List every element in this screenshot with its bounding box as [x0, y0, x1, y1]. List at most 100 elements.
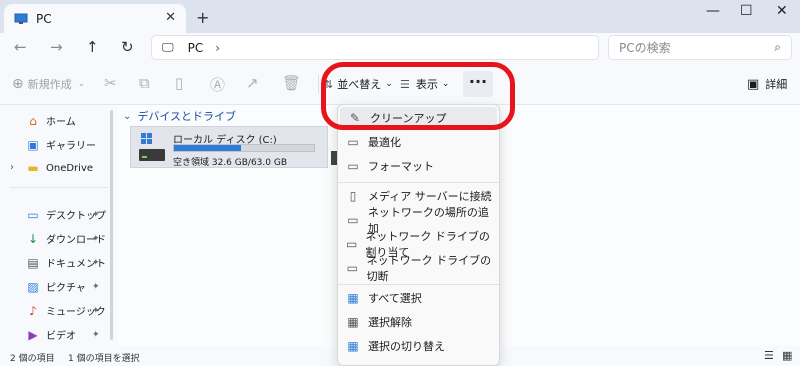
details-view-icon[interactable]: ☰ — [764, 349, 774, 362]
pin-icon: ✦ — [92, 281, 100, 292]
breadcrumb-pc[interactable]: PC — [188, 41, 204, 55]
disconnect-drive-icon: ▭ — [346, 261, 358, 275]
drive-free-space: 空き領域 32.6 GB/63.0 GB — [173, 158, 287, 168]
desktop-icon: ▭ — [27, 207, 39, 222]
monitor-icon: 🖵 — [162, 40, 174, 54]
picture-icon: ▨ — [27, 279, 39, 294]
home-icon: ⌂ — [29, 113, 37, 128]
menu-item-disconnect-network-drive[interactable]: ▭ ネットワーク ドライブの切断 — [338, 254, 499, 283]
back-button[interactable]: ← — [14, 38, 27, 56]
chevron-right-icon[interactable]: › — [10, 162, 14, 173]
sidebar-item-label: ビデオ — [46, 331, 76, 342]
tiles-view-icon[interactable]: ▦ — [782, 349, 792, 362]
navigation-bar: ← → ↑ ↻ 🖵 PC › PCの検索 ⌕ — [0, 33, 800, 63]
menu-item-label: フォーマット — [368, 160, 434, 173]
details-label: 詳細 — [765, 78, 788, 91]
new-button[interactable]: ⊕ 新規作成 ⌄ — [12, 76, 85, 92]
refresh-button[interactable]: ↻ — [121, 38, 134, 56]
document-icon: ▤ — [27, 255, 39, 270]
sidebar-item-label: ピクチャ — [46, 283, 86, 294]
minimize-button[interactable]: — — [706, 3, 720, 19]
paste-icon[interactable]: ▯ — [175, 74, 183, 92]
rename-icon[interactable]: Ⓐ — [210, 74, 225, 95]
folder-icon: ▬ — [27, 161, 39, 175]
navigation-pane: ⌂ ホーム ▣ ギャラリー › ▬ OneDrive ▭ デスクトップ ✦ ↓ … — [0, 105, 117, 346]
select-all-icon: ▦ — [347, 291, 359, 305]
sidebar-item-documents[interactable]: ▤ ドキュメント ✦ — [26, 255, 106, 271]
pin-icon: ✦ — [92, 305, 100, 316]
tab-title: PC — [36, 11, 52, 26]
menu-item-format[interactable]: ▭ フォーマット — [338, 155, 499, 177]
pin-icon: ✦ — [92, 329, 100, 340]
delete-icon[interactable]: 🗑 — [282, 74, 301, 92]
menu-item-select-all[interactable]: ▦ すべて選択 — [338, 287, 499, 309]
address-bar[interactable]: 🖵 PC › — [151, 35, 599, 60]
network-location-icon: ▭ — [347, 213, 359, 227]
group-header[interactable]: ⌄ デバイスとドライブ — [123, 108, 236, 124]
menu-item-invert-selection[interactable]: ▦ 選択の切り替え — [338, 335, 499, 357]
menu-item-label: 最適化 — [368, 136, 401, 149]
video-icon: ▶ — [28, 327, 38, 342]
media-server-icon: ▯ — [349, 189, 357, 203]
up-button[interactable]: ↑ — [86, 38, 99, 56]
new-label: 新規作成 — [27, 78, 72, 91]
pin-icon: ✦ — [92, 209, 100, 220]
close-button[interactable]: ✕ — [776, 3, 788, 19]
sidebar-item-music[interactable]: ♪ ミュージック ✦ — [26, 303, 106, 319]
search-input[interactable]: PCの検索 — [619, 39, 671, 56]
sidebar-item-downloads[interactable]: ↓ ダウンロード ✦ — [26, 231, 106, 247]
drive-usage-fill — [174, 145, 242, 151]
divider — [318, 75, 319, 93]
chevron-right-icon[interactable]: › — [215, 41, 220, 55]
map-drive-icon: ▭ — [346, 237, 358, 251]
invert-selection-icon: ▦ — [347, 339, 359, 353]
menu-item-label: 選択の切り替え — [368, 340, 445, 353]
item-count: 2 個の項目 — [10, 354, 55, 364]
pin-icon: ✦ — [92, 233, 100, 244]
selection-count: 1 個の項目を選択 — [68, 354, 140, 364]
forward-button[interactable]: → — [50, 38, 63, 56]
sidebar-item-label: OneDrive — [46, 162, 94, 174]
menu-divider — [338, 284, 499, 285]
share-icon[interactable]: ↗ — [246, 74, 259, 92]
maximize-button[interactable]: ☐ — [740, 3, 753, 19]
menu-item-select-none[interactable]: ▦ 選択解除 — [338, 311, 499, 333]
see-more-menu: ✎ クリーンアップ ▭ 最適化 ▭ フォーマット ▯ メディア サーバーに接続 … — [337, 104, 500, 366]
format-icon: ▭ — [347, 159, 359, 173]
menu-divider — [338, 182, 499, 183]
copy-icon[interactable]: ⧉ — [139, 74, 150, 92]
chevron-down-icon: ⌄ — [77, 79, 86, 89]
sidebar-scrollbar[interactable] — [110, 110, 113, 340]
sidebar-item-pictures[interactable]: ▨ ピクチャ ✦ — [26, 279, 99, 295]
optimize-icon: ▭ — [347, 135, 359, 149]
divider — [10, 187, 108, 188]
monitor-icon — [14, 13, 28, 24]
search-icon: ⌕ — [774, 40, 781, 54]
drive-usage-bar — [173, 144, 315, 152]
chevron-down-icon: ⌄ — [123, 110, 132, 122]
sidebar-item-home[interactable]: ⌂ ホーム — [26, 113, 76, 129]
sidebar-item-onedrive[interactable]: ▬ OneDrive — [26, 161, 93, 175]
tab-pc[interactable]: PC ✕ — [4, 4, 186, 33]
drive-c-tile[interactable]: ローカル ディスク (C:) 空き領域 32.6 GB/63.0 GB — [130, 126, 328, 168]
select-none-icon: ▦ — [347, 315, 359, 329]
search-box[interactable]: PCの検索 ⌕ — [608, 35, 792, 60]
new-tab-button[interactable]: + — [196, 8, 209, 27]
add-icon: ⊕ — [12, 76, 24, 92]
group-title: デバイスとドライブ — [137, 110, 237, 123]
title-bar: PC ✕ + — ☐ ✕ — [0, 0, 800, 33]
menu-item-label: メディア サーバーに接続 — [368, 190, 492, 203]
windows-drive-icon — [139, 133, 165, 161]
tab-close-icon[interactable]: ✕ — [165, 10, 176, 25]
sidebar-item-videos[interactable]: ▶ ビデオ ✦ — [26, 327, 99, 343]
menu-item-label: 選択解除 — [368, 316, 412, 329]
sidebar-item-desktop[interactable]: ▭ デスクトップ ✦ — [26, 207, 106, 223]
music-icon: ♪ — [29, 303, 37, 318]
menu-item-optimize[interactable]: ▭ 最適化 — [338, 131, 499, 153]
menu-item-label: ネットワーク ドライブの切断 — [366, 254, 492, 283]
cut-icon[interactable]: ✂ — [104, 74, 117, 92]
details-button[interactable]: ▣ 詳細 — [747, 76, 787, 92]
details-pane-icon: ▣ — [747, 76, 760, 92]
sidebar-item-label: ホーム — [46, 117, 76, 128]
sidebar-item-gallery[interactable]: ▣ ギャラリー — [26, 137, 96, 153]
